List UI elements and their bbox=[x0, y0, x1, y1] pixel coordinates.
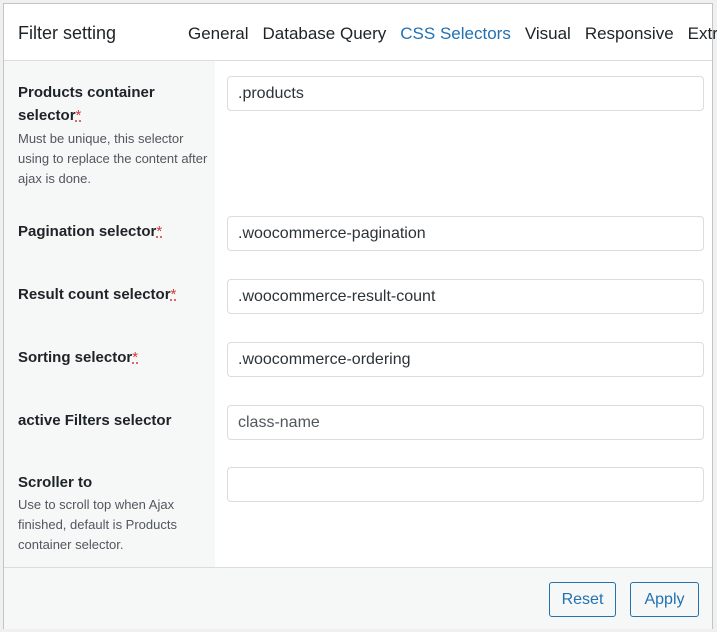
pagination-selector-label: Pagination selector* bbox=[18, 223, 163, 240]
active-filters-selector-input[interactable] bbox=[227, 405, 704, 440]
scroller-to-input[interactable] bbox=[227, 467, 704, 502]
active-filters-selector-label: active Filters selector bbox=[18, 412, 172, 429]
sorting-selector-label: Sorting selector* bbox=[18, 349, 139, 366]
required-marker: * bbox=[132, 349, 139, 366]
scroller-to-description: Use to scroll top when Ajax finished, de… bbox=[18, 497, 177, 552]
tab-bar: General Database Query CSS Selectors Vis… bbox=[188, 24, 717, 44]
products-selector-input[interactable] bbox=[227, 76, 704, 111]
panel-title: Filter setting bbox=[18, 23, 117, 43]
products-selector-description: Must be unique, this selector using to r… bbox=[18, 131, 208, 186]
products-selector-label: Products container selector* Must be uni… bbox=[18, 81, 208, 189]
tab-css-selectors[interactable]: CSS Selectors bbox=[400, 24, 511, 44]
required-marker: * bbox=[75, 107, 82, 124]
panel-header: Filter setting General Database Query CS… bbox=[4, 4, 717, 61]
tab-responsive[interactable]: Responsive bbox=[585, 24, 674, 44]
scroller-to-label: Scroller to Use to scroll top when Ajax … bbox=[18, 471, 208, 555]
apply-button[interactable]: Apply bbox=[630, 582, 699, 617]
settings-body: Products container selector* Must be uni… bbox=[4, 61, 712, 567]
required-marker: * bbox=[156, 223, 163, 240]
required-marker: * bbox=[170, 286, 177, 303]
filter-settings-panel: Filter setting General Database Query CS… bbox=[3, 3, 717, 629]
tab-general[interactable]: General bbox=[188, 24, 248, 44]
reset-button[interactable]: Reset bbox=[549, 582, 616, 617]
tab-database-query[interactable]: Database Query bbox=[262, 24, 386, 44]
tab-extra[interactable]: Extra bbox=[688, 24, 717, 44]
tab-visual[interactable]: Visual bbox=[525, 24, 571, 44]
result-count-selector-input[interactable] bbox=[227, 279, 704, 314]
pagination-selector-input[interactable] bbox=[227, 216, 704, 251]
result-count-selector-label: Result count selector* bbox=[18, 286, 177, 303]
sorting-selector-input[interactable] bbox=[227, 342, 704, 377]
panel-footer: Reset Apply bbox=[4, 567, 712, 629]
